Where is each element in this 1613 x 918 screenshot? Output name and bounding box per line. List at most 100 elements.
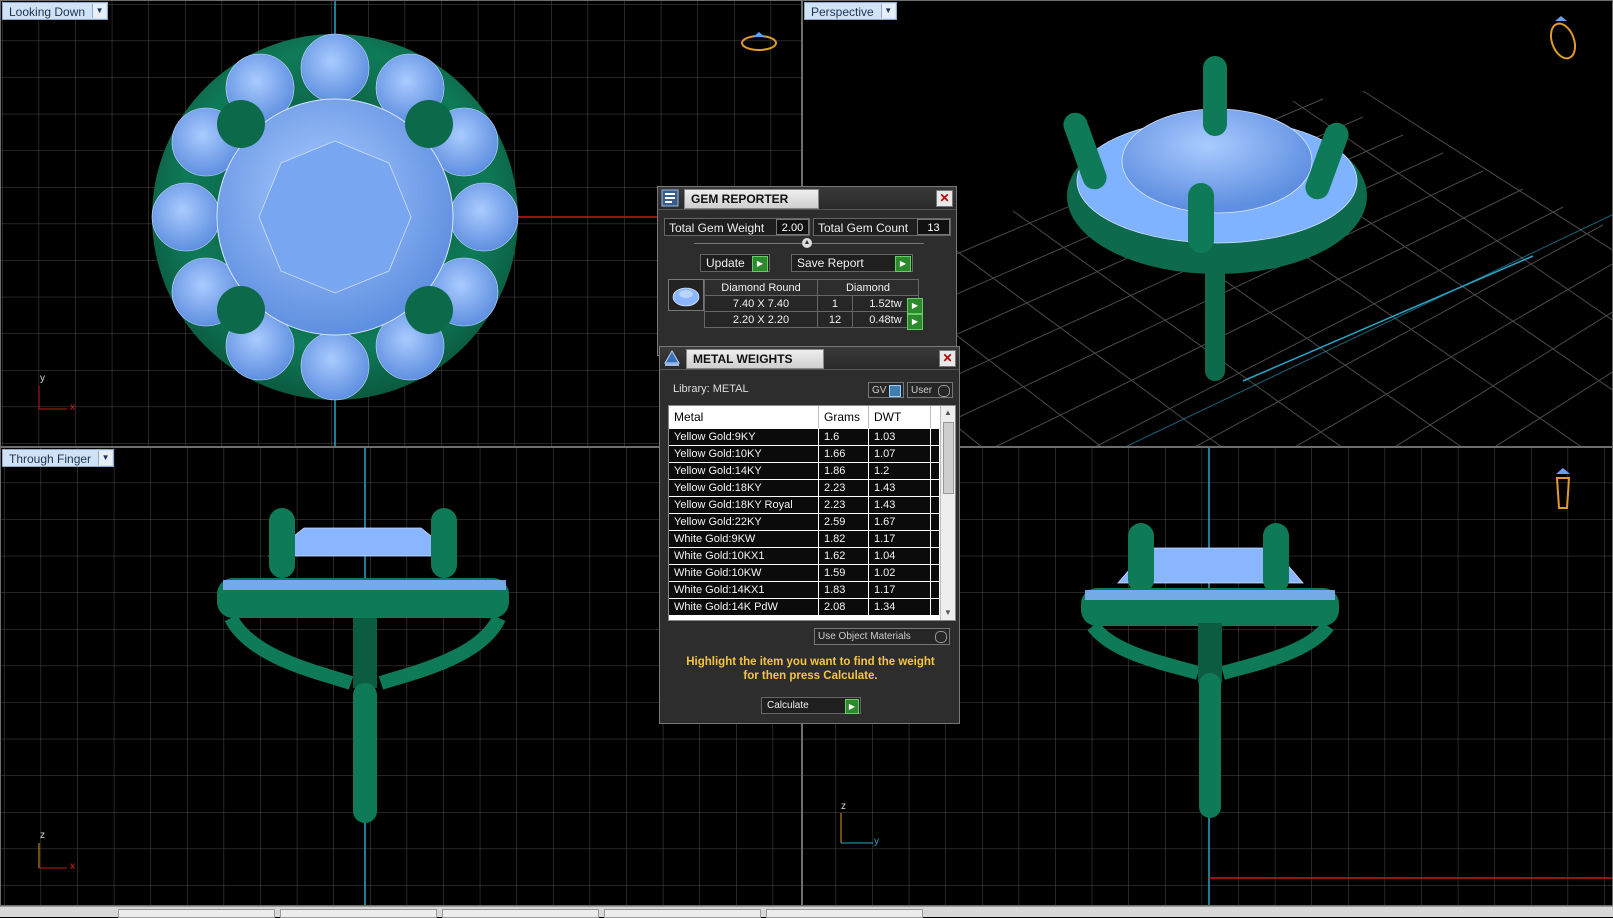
axis-y-label: y <box>40 373 45 384</box>
metal-weights-title: METAL WEIGHTS <box>686 349 824 369</box>
calculate-button[interactable]: Calculate ▶ <box>761 697 861 714</box>
metal-name: Yellow Gold:14KY <box>669 463 819 480</box>
scroll-thumb[interactable] <box>943 422 954 494</box>
metal-row[interactable]: Yellow Gold:9KY 1.6 1.03 <box>669 429 939 446</box>
toolbar-tab[interactable] <box>766 909 923 918</box>
metal-row[interactable]: White Gold:9KW 1.82 1.17 <box>669 531 939 548</box>
chevron-down-icon: ▼ <box>92 4 107 18</box>
user-toggle[interactable]: User <box>907 382 953 398</box>
metal-dwt: 1.67 <box>869 514 931 531</box>
view-dropdown-through-finger[interactable]: Through Finger ▼ <box>2 449 115 467</box>
toolbar-tab[interactable] <box>442 909 599 918</box>
ring-icon-perspective <box>1549 16 1577 60</box>
gem-row-select-button[interactable]: ▶ <box>907 314 923 330</box>
metal-dwt: 1.2 <box>869 463 931 480</box>
use-object-materials-toggle[interactable]: Use Object Materials <box>814 628 950 645</box>
total-gem-count-value: 13 <box>917 219 950 235</box>
metal-row[interactable]: Yellow Gold:10KY 1.66 1.07 <box>669 446 939 463</box>
metal-dwt: 1.07 <box>869 446 931 463</box>
view-label: Looking Down <box>9 5 86 19</box>
metal-name: White Gold:10KX1 <box>669 548 819 565</box>
play-icon: ▶ <box>752 256 768 272</box>
chevron-down-icon: ▼ <box>880 4 895 18</box>
library-label: Library: METAL <box>673 383 749 395</box>
total-gem-count-label: Total Gem Count <box>818 221 909 235</box>
metal-row[interactable]: Yellow Gold:18KY Royal 2.23 1.43 <box>669 497 939 514</box>
update-button[interactable]: Update ▶ <box>700 254 770 272</box>
metal-weights-panel[interactable]: METAL WEIGHTS ✕ Library: METAL GV User M… <box>659 346 960 724</box>
update-label: Update <box>706 256 745 270</box>
metal-row[interactable]: White Gold:14KX1 1.83 1.17 <box>669 582 939 599</box>
report-icon <box>661 189 679 207</box>
gv-label: GV <box>872 385 887 396</box>
metal-grams: 2.08 <box>819 599 869 616</box>
metal-name: White Gold:9KW <box>669 531 819 548</box>
gem-table: Diamond Round Diamond 7.40 X 7.40 1 1.52… <box>704 279 920 328</box>
metal-grams: 2.23 <box>819 497 869 514</box>
metal-table[interactable]: Metal Grams DWT Yellow Gold:9KY 1.6 1.03 Ye… <box>668 405 956 621</box>
metal-grams: 1.83 <box>819 582 869 599</box>
toolbar-tab[interactable] <box>118 909 275 918</box>
metal-row[interactable]: White Gold:14K PdW 2.08 1.34 <box>669 599 939 616</box>
save-report-label: Save Report <box>797 256 864 270</box>
scroll-down-icon[interactable]: ▼ <box>941 606 955 620</box>
gem-shape-header: Diamond Round <box>704 279 818 296</box>
view-dropdown-perspective[interactable]: Perspective ▼ <box>804 2 897 20</box>
gem-reporter-panel[interactable]: GEM REPORTER ✕ Total Gem Weight 2.00 Tot… <box>657 186 957 356</box>
close-icon[interactable]: ✕ <box>936 190 953 207</box>
calculate-hint: Highlight the item you want to find the … <box>686 656 935 682</box>
gem-material-header: Diamond <box>817 279 919 296</box>
gem-row-select-button[interactable]: ▶ <box>907 298 923 314</box>
metal-name: White Gold:14KX1 <box>669 582 819 599</box>
metal-dwt: 1.02 <box>869 565 931 582</box>
gem-row[interactable]: 7.40 X 7.40 1 1.52tw <box>704 295 920 312</box>
column-grams[interactable]: Grams <box>819 406 869 428</box>
close-icon[interactable]: ✕ <box>939 350 956 367</box>
metal-grams: 1.86 <box>819 463 869 480</box>
scroll-up-icon[interactable]: ▲ <box>941 406 955 420</box>
gem-count: 1 <box>817 295 853 312</box>
column-metal[interactable]: Metal <box>669 406 819 428</box>
metal-dwt: 1.17 <box>869 582 931 599</box>
gem-row[interactable]: 2.20 X 2.20 12 0.48tw <box>704 311 920 328</box>
metal-grams: 1.66 <box>819 446 869 463</box>
metal-table-header: Metal Grams DWT <box>669 406 939 428</box>
metal-dwt: 1.03 <box>869 429 931 446</box>
gem-reporter-titlebar[interactable]: GEM REPORTER ✕ <box>658 187 956 210</box>
metal-name: Yellow Gold:18KY <box>669 480 819 497</box>
play-icon: ▶ <box>895 256 911 272</box>
metal-grams: 2.59 <box>819 514 869 531</box>
metal-weights-titlebar[interactable]: METAL WEIGHTS ✕ <box>660 347 959 370</box>
toolbar-tab[interactable] <box>280 909 437 918</box>
gem-reporter-title: GEM REPORTER <box>684 189 820 209</box>
axis-y-label: y <box>874 836 879 847</box>
view-dropdown-looking-down[interactable]: Looking Down ▼ <box>2 2 109 20</box>
save-report-button[interactable]: Save Report ▶ <box>791 254 913 272</box>
view-label: Perspective <box>811 5 874 19</box>
metal-row[interactable]: White Gold:10KW 1.59 1.02 <box>669 565 939 582</box>
scale-icon <box>664 350 680 366</box>
toolbar-tab[interactable] <box>604 909 761 918</box>
metal-row[interactable]: Yellow Gold:22KY 2.59 1.67 <box>669 514 939 531</box>
metal-row[interactable]: Yellow Gold:14KY 1.86 1.2 <box>669 463 939 480</box>
user-label: User <box>911 385 933 396</box>
metal-name: Yellow Gold:9KY <box>669 429 819 446</box>
metal-grams: 1.6 <box>819 429 869 446</box>
gem-count: 12 <box>817 311 853 328</box>
metal-dwt: 1.17 <box>869 531 931 548</box>
metal-row[interactable]: White Gold:10KX1 1.62 1.04 <box>669 548 939 565</box>
bottom-toolbar <box>0 906 1613 918</box>
collapse-toggle[interactable]: ▲ <box>802 238 812 248</box>
metal-grams: 1.62 <box>819 548 869 565</box>
view-label: Through Finger <box>9 452 92 466</box>
metal-name: White Gold:10KW <box>669 565 819 582</box>
gv-toggle[interactable]: GV <box>868 382 904 398</box>
metal-name: Yellow Gold:18KY Royal <box>669 497 819 514</box>
total-gem-weight-label: Total Gem Weight <box>669 221 765 235</box>
metal-row[interactable]: Yellow Gold:18KY 2.23 1.43 <box>669 480 939 497</box>
axis-z-label: z <box>40 830 45 841</box>
column-dwt[interactable]: DWT <box>869 406 931 428</box>
scrollbar[interactable]: ▲ ▼ <box>940 406 955 620</box>
metal-dwt: 1.43 <box>869 480 931 497</box>
gem-size: 7.40 X 7.40 <box>704 295 818 312</box>
